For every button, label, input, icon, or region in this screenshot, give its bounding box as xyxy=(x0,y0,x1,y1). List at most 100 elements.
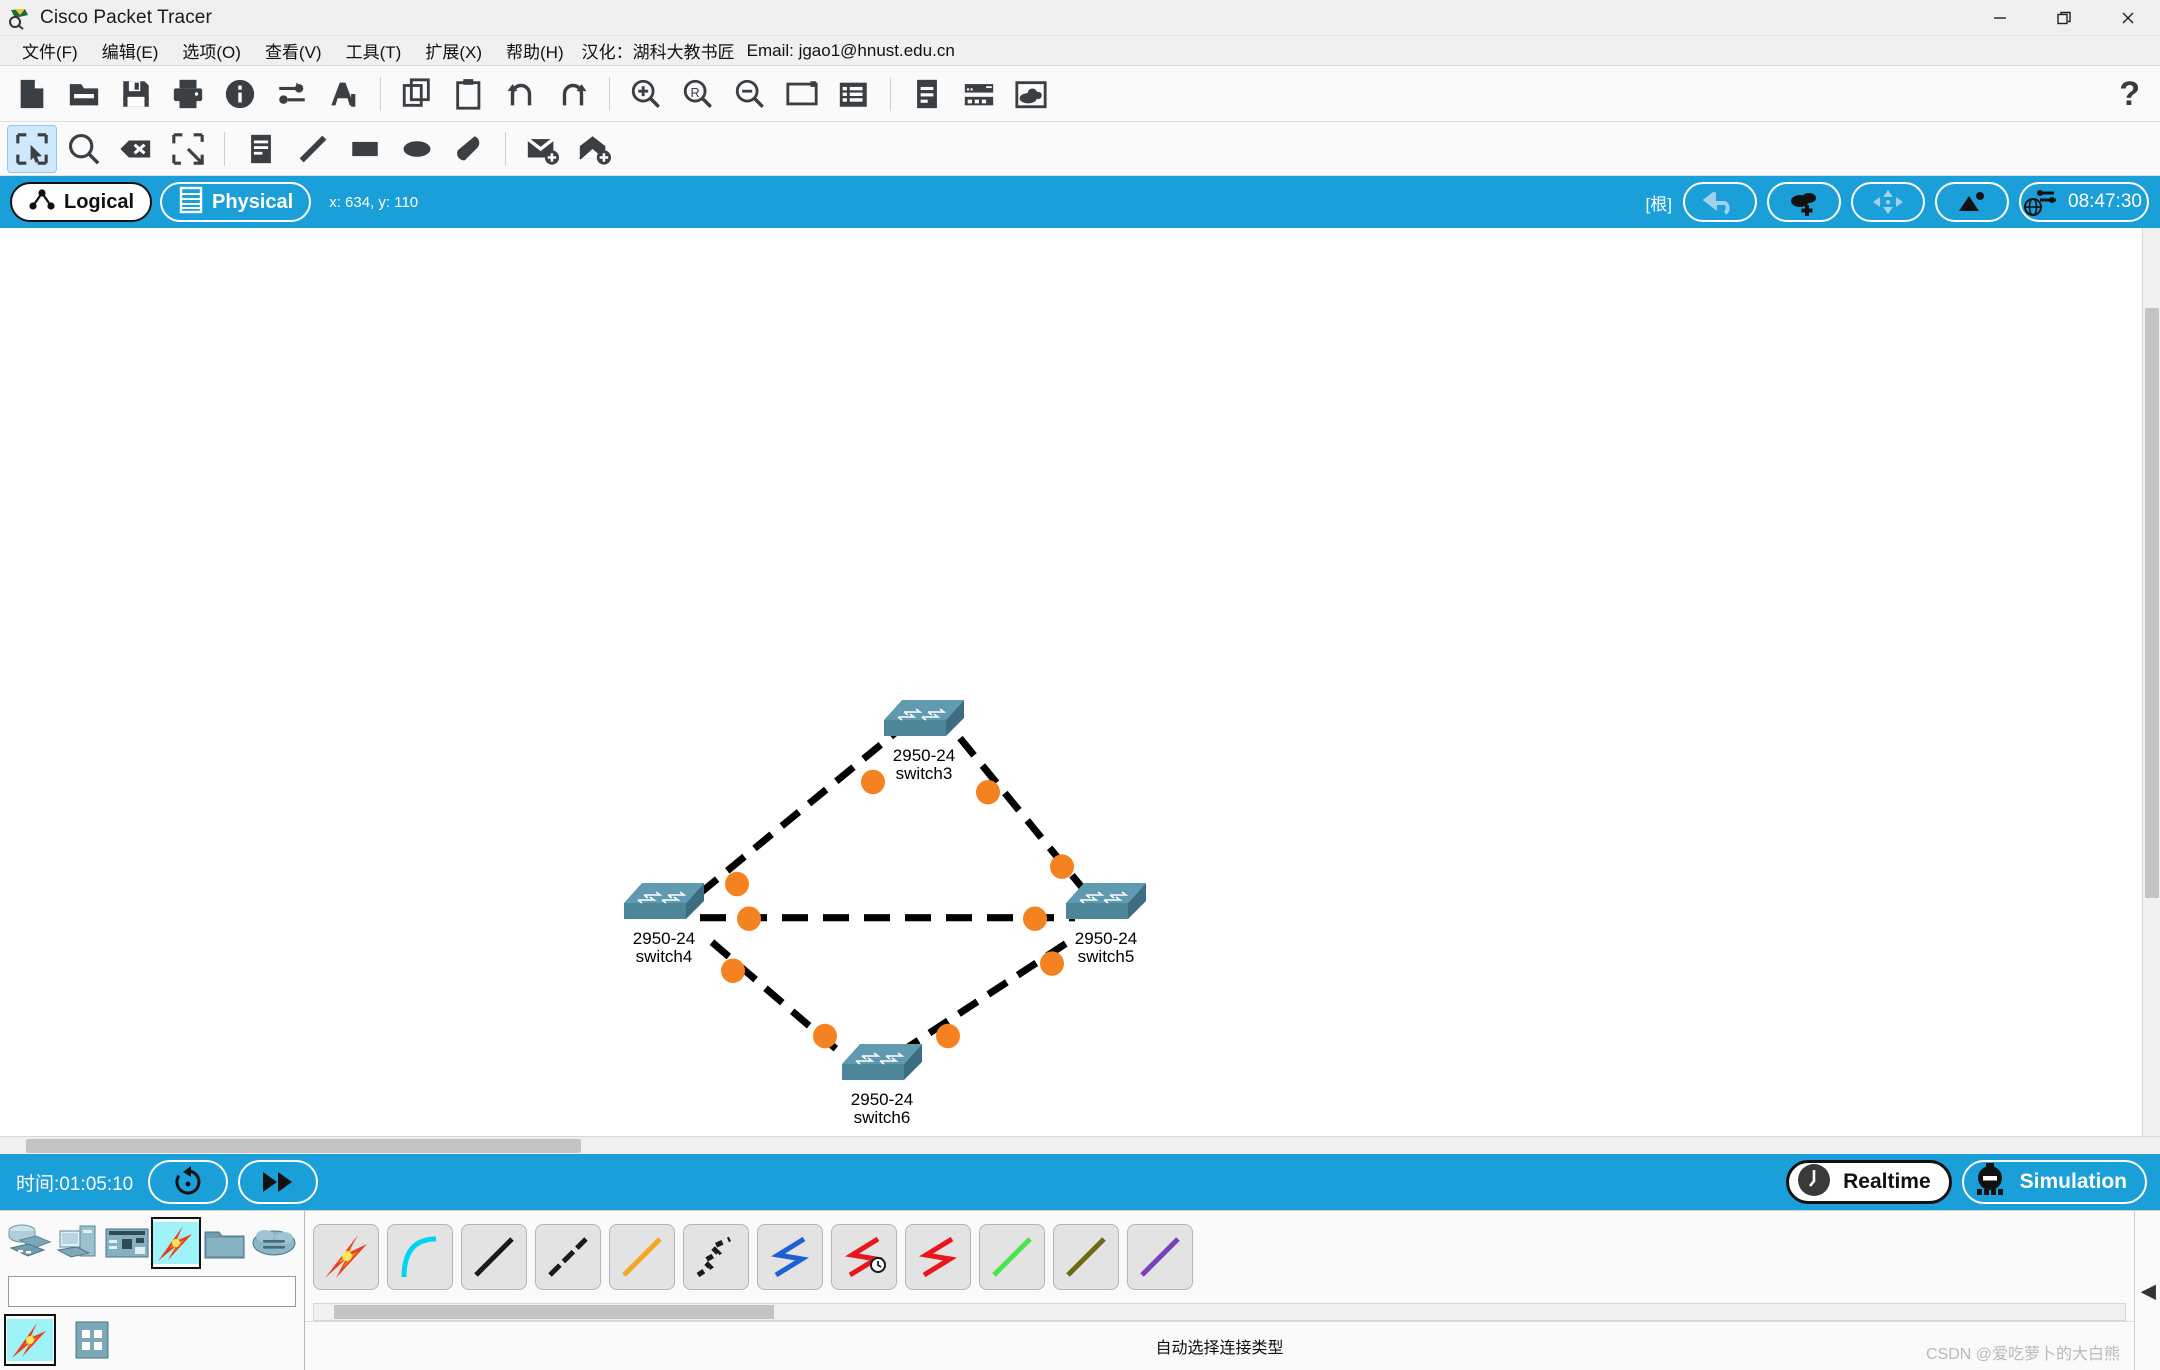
move-object-icon[interactable] xyxy=(1851,182,1925,222)
power-cycle-icon[interactable] xyxy=(148,1160,229,1204)
connection-scroll-thumb[interactable] xyxy=(334,1305,774,1319)
toolbar-divider-2 xyxy=(609,76,610,111)
window-controls xyxy=(1968,0,2160,36)
auto-connection-icon[interactable] xyxy=(313,1224,379,1290)
device-switch4[interactable]: 2950-24 switch4 xyxy=(620,873,708,967)
zoom-in-icon[interactable] xyxy=(622,71,670,117)
viewport-globe-icon[interactable]: 08:47:30 xyxy=(2019,182,2149,222)
copy-icon[interactable] xyxy=(393,71,441,117)
svg-text:R: R xyxy=(691,84,700,99)
zoom-reset-icon[interactable]: R xyxy=(674,71,722,117)
set-background-icon[interactable] xyxy=(1935,182,2009,222)
draw-ellipse-icon[interactable] xyxy=(393,126,441,172)
device-switch3[interactable]: 2950-24 switch3 xyxy=(880,690,968,784)
logical-canvas[interactable]: 2950-24 switch3 2950-24 switch4 2950-24 … xyxy=(0,228,2142,1136)
new-cluster-icon[interactable] xyxy=(1767,182,1841,222)
menu-options[interactable]: 选项(O) xyxy=(170,36,253,65)
paste-icon[interactable] xyxy=(445,71,493,117)
console-cable-icon[interactable] xyxy=(387,1224,453,1290)
custom-made-devices-icon[interactable] xyxy=(202,1219,248,1267)
toolbar-divider xyxy=(380,76,381,111)
menu-view[interactable]: 查看(V) xyxy=(253,36,334,65)
horizontal-scroll-thumb[interactable] xyxy=(26,1139,581,1153)
device-name-label: switch4 xyxy=(635,947,693,967)
device-grid-icon[interactable] xyxy=(68,1316,116,1364)
notes-panel-icon[interactable] xyxy=(903,71,951,117)
cloud-registry-icon[interactable] xyxy=(1007,71,1055,117)
minimize-button[interactable] xyxy=(1968,0,2032,36)
network-info-icon[interactable] xyxy=(268,71,316,117)
connections-sub-icon[interactable] xyxy=(4,1313,56,1366)
device-search-input[interactable] xyxy=(8,1275,296,1308)
connection-panel-scrollbar[interactable] xyxy=(313,1303,2126,1321)
add-complex-pdu-icon[interactable] xyxy=(570,126,618,172)
add-simple-pdu-icon[interactable] xyxy=(518,126,566,172)
port-status-dot xyxy=(936,1023,960,1049)
activity-wizard-icon[interactable] xyxy=(216,71,264,117)
menu-file[interactable]: 文件(F) xyxy=(10,36,90,65)
mode-simulation-label: Simulation xyxy=(2019,1170,2127,1193)
back-arrow-icon[interactable] xyxy=(1683,182,1757,222)
network-devices-icon[interactable] xyxy=(6,1219,52,1267)
draw-line-icon[interactable] xyxy=(289,126,337,172)
realtime-clock: 08:47:30 xyxy=(2068,191,2142,212)
font-settings-icon[interactable] xyxy=(320,71,368,117)
fiber-cable-icon[interactable] xyxy=(609,1224,675,1290)
delete-tool-icon[interactable] xyxy=(112,126,160,172)
usb-cable-icon[interactable] xyxy=(1053,1224,1119,1290)
connections-icon[interactable] xyxy=(151,1217,201,1270)
help-question-icon[interactable]: ? xyxy=(2119,77,2140,111)
switch-icon xyxy=(1062,883,1150,929)
device-switch6[interactable]: 2950-24 switch6 xyxy=(838,1034,926,1128)
multiuser-connection-icon[interactable] xyxy=(251,1219,297,1267)
serial-dce-icon[interactable] xyxy=(831,1224,897,1290)
select-tool-icon[interactable] xyxy=(7,124,57,173)
resize-shape-icon[interactable] xyxy=(164,126,212,172)
menu-edit[interactable]: 编辑(E) xyxy=(90,36,171,65)
tab-logical[interactable]: Logical xyxy=(10,182,153,222)
serial-dte-icon[interactable] xyxy=(905,1224,971,1290)
mode-realtime[interactable]: Realtime xyxy=(1786,1160,1952,1204)
mode-simulation[interactable]: Simulation xyxy=(1961,1160,2147,1204)
palette-window-icon[interactable] xyxy=(778,71,826,117)
device-palette: 自动选择连接类型 CSDN @爱吃萝卜的大白熊 ◀ xyxy=(0,1210,2160,1370)
custom-devices-icon[interactable] xyxy=(830,71,878,117)
device-switch5[interactable]: 2950-24 switch5 xyxy=(1062,873,1150,967)
phone-cable-icon[interactable] xyxy=(683,1224,749,1290)
draw-rectangle-icon[interactable] xyxy=(341,126,389,172)
menu-help[interactable]: 帮助(H) xyxy=(494,36,576,65)
fast-forward-icon[interactable] xyxy=(238,1160,319,1204)
end-devices-icon[interactable] xyxy=(55,1219,101,1267)
device-model-label: 2950-24 xyxy=(1074,929,1138,948)
zoom-out-icon[interactable] xyxy=(726,71,774,117)
close-button[interactable] xyxy=(2096,0,2160,36)
copper-crossover-icon[interactable] xyxy=(535,1224,601,1290)
components-icon[interactable] xyxy=(104,1219,150,1267)
new-file-icon[interactable] xyxy=(8,71,56,117)
menu-extensions[interactable]: 扩展(X) xyxy=(413,36,494,65)
toolbar-divider-3 xyxy=(890,76,891,111)
redo-icon[interactable] xyxy=(549,71,597,117)
place-note-icon[interactable] xyxy=(237,126,285,172)
vertical-scroll-thumb[interactable] xyxy=(2145,308,2159,898)
port-status-dot xyxy=(725,871,749,897)
open-file-icon[interactable] xyxy=(60,71,108,117)
undo-icon[interactable] xyxy=(497,71,545,117)
octal-cable-icon[interactable] xyxy=(979,1224,1045,1290)
link-switch4-switch3[interactable] xyxy=(697,730,898,896)
copper-straight-icon[interactable] xyxy=(461,1224,527,1290)
device-template-icon[interactable] xyxy=(955,71,1003,117)
draw-freeform-icon[interactable] xyxy=(445,126,493,172)
collapse-arrow-icon[interactable]: ◀ xyxy=(2141,1278,2156,1303)
menu-tools[interactable]: 工具(T) xyxy=(334,36,414,65)
maximize-button[interactable] xyxy=(2032,0,2096,36)
inspect-tool-icon[interactable] xyxy=(60,126,108,172)
save-file-icon[interactable] xyxy=(112,71,160,117)
print-icon[interactable] xyxy=(164,71,212,117)
canvas-vertical-scrollbar[interactable] xyxy=(2142,228,2160,1136)
canvas-horizontal-scrollbar[interactable] xyxy=(0,1136,2160,1154)
tab-physical[interactable]: Physical xyxy=(160,182,312,222)
ieee-cable-icon[interactable] xyxy=(1127,1224,1193,1290)
title-bar: Cisco Packet Tracer xyxy=(0,0,2160,36)
coaxial-cable-icon[interactable] xyxy=(757,1224,823,1290)
